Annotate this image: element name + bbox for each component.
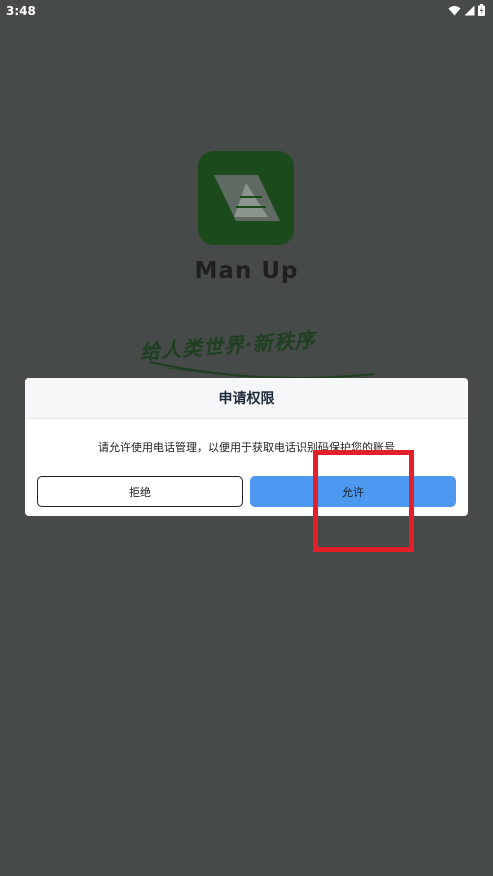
status-bar: 3:48 — [0, 0, 493, 22]
app-name: Man Up — [194, 258, 299, 284]
dialog-header: 申请权限 — [25, 378, 468, 419]
dialog-title: 申请权限 — [218, 391, 275, 407]
battery-icon — [478, 4, 485, 16]
highlight-annotation-box — [313, 450, 414, 552]
cellular-signal-icon — [464, 5, 475, 16]
manup-logo-icon — [198, 151, 294, 245]
wifi-icon — [448, 5, 461, 16]
deny-button[interactable]: 拒绝 — [37, 476, 243, 507]
status-icons — [448, 4, 485, 16]
status-time: 3:48 — [6, 4, 36, 18]
